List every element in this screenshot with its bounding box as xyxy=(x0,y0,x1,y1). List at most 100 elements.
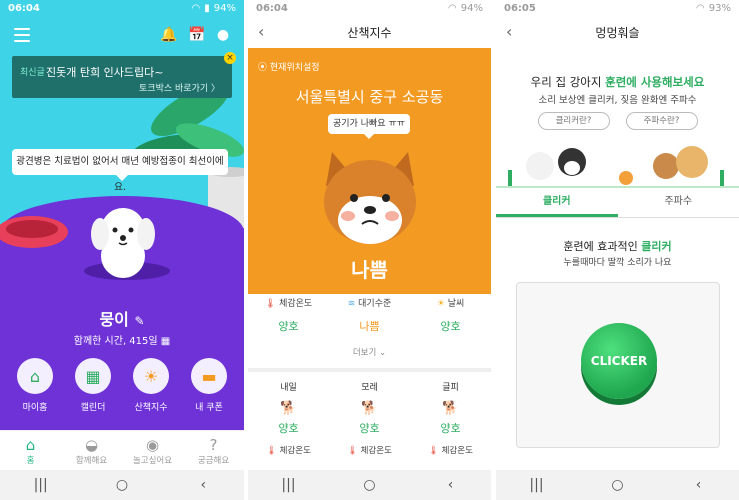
maltese-dog-illustration[interactable] xyxy=(80,196,166,282)
air-status-panel: ⦿ 현재위치설정 서울특별시 중구 소공동 공기가 나빠요 ㅠㅠ 나쁨 xyxy=(248,48,491,294)
tab-clicker[interactable]: 클리커 xyxy=(496,188,618,217)
profile-icon[interactable]: ● xyxy=(214,27,232,45)
talkbox-link[interactable]: 토크박스 바로가기 〉 xyxy=(139,81,220,94)
wifi-icon: ◠ xyxy=(448,2,457,14)
page-title: 산책지수 xyxy=(347,26,392,40)
menu-walk-index[interactable]: ☀ 산책지수 xyxy=(126,358,176,413)
training-accent: 클리커 xyxy=(641,240,672,253)
tab-questions[interactable]: ? 궁금해요 xyxy=(186,436,241,466)
page-header: ‹ 멍멍훠슬 xyxy=(496,16,739,48)
air-bubble: 공기가 나빠요 ㅠㅠ xyxy=(328,114,410,139)
forecast-sub: 체감온도 xyxy=(360,446,392,456)
menu-label: 마이홈 xyxy=(22,403,48,413)
page-header: ‹ 산책지수 xyxy=(248,16,491,48)
recents-icon[interactable]: ||| xyxy=(269,477,309,493)
whistle-screen: 06:05 ◠ 93% ‹ 멍멍훠슬 우리 집 강아지 훈련에 사용해보세요 소리… xyxy=(496,0,739,500)
coupon-icon: ▬ xyxy=(191,358,227,394)
system-navbar: ||| ○ ‹ xyxy=(0,470,244,500)
battery-percent: 93% xyxy=(708,2,731,14)
menu-icon[interactable] xyxy=(14,28,30,42)
menu-coupon[interactable]: ▬ 내 쿠폰 xyxy=(184,358,234,413)
intro-prefix: 우리 집 강아지 xyxy=(530,75,606,89)
walk-index-screen: 06:04 ◠ 94% ‹ 산책지수 ⦿ 현재위치설정 서울특별시 중구 소공동 … xyxy=(248,0,491,500)
location-name: 서울특별시 중구 소공동 xyxy=(295,88,444,106)
home-icon: ⌂ xyxy=(17,358,53,394)
quick-menu: ⌂ 마이홈 ▦ 캘린더 ☀ 산책지수 ▬ 내 쿠폰 xyxy=(0,358,244,413)
menu-label: 산책지수 xyxy=(134,403,168,413)
recents-icon[interactable]: ||| xyxy=(21,477,61,493)
close-icon[interactable]: × xyxy=(224,52,236,64)
air-status-text: 나쁨 xyxy=(351,258,388,282)
status-time: 06:04 xyxy=(256,2,288,14)
menu-label: 캘린더 xyxy=(80,403,106,413)
latest-post-banner[interactable]: 최신글 진돗개 탄희 인사드립다~ 토크박스 바로가기 〉 × xyxy=(12,52,236,98)
mode-tabs: 클리커 주파수 xyxy=(496,188,739,218)
home-button-icon[interactable]: ○ xyxy=(102,477,142,493)
frequency-info-button[interactable]: 주파수란? xyxy=(625,112,698,130)
index-value: 양호 xyxy=(278,320,299,333)
tab-play[interactable]: ◉ 놀고싶어요 xyxy=(125,436,180,466)
clicker-button[interactable]: CLICKER xyxy=(581,323,657,399)
forecast-day-label: 모레 xyxy=(361,383,378,393)
back-icon[interactable]: ‹ xyxy=(679,477,719,493)
location-setting[interactable]: ⦿ 현재위치설정 xyxy=(258,60,320,73)
index-value: 양호 xyxy=(440,320,461,333)
pet-name: 뭉이 ✎ xyxy=(0,306,244,330)
shiba-mini-icon: 🐕 xyxy=(361,401,378,416)
menu-calendar[interactable]: ▦ 캘린더 xyxy=(68,358,118,413)
forecast-day: 모레 🐕 양호 🌡 체감온도 xyxy=(335,380,405,456)
calendar-icon: ▦ xyxy=(75,358,111,394)
forecast-value: 양호 xyxy=(359,422,380,435)
recents-icon[interactable]: ||| xyxy=(517,477,557,493)
menu-myhome[interactable]: ⌂ 마이홈 xyxy=(10,358,60,413)
edit-icon[interactable]: ✎ xyxy=(134,314,144,328)
shiba-mini-icon: 🐕 xyxy=(280,401,297,416)
wifi-icon: ◠ xyxy=(191,2,201,14)
system-navbar: ||| ○ ‹ xyxy=(248,470,491,500)
index-feel-temp: 🌡 체감온도 양호 xyxy=(252,296,326,334)
training-title: 훈련에 효과적인 클리커 xyxy=(496,238,739,254)
home-button-icon[interactable]: ○ xyxy=(350,477,390,493)
tab-together[interactable]: ◒ 함께해요 xyxy=(64,436,119,466)
location-setting-label: 현재위치설정 xyxy=(269,63,320,73)
forecast-day-label: 글피 xyxy=(442,383,459,393)
calendar-icon[interactable]: ▦ xyxy=(161,336,170,347)
back-icon[interactable]: ‹ xyxy=(183,477,223,493)
home-tab-icon: ⌂ xyxy=(25,435,36,454)
tab-frequency[interactable]: 주파수 xyxy=(618,188,739,217)
back-icon[interactable]: ‹ xyxy=(431,477,471,493)
shiba-mini-icon: 🐕 xyxy=(442,401,459,416)
home-topbar: 🔔 📅 ● xyxy=(0,24,244,48)
index-label: 날씨 xyxy=(447,299,465,309)
forecast-value: 양호 xyxy=(440,422,461,435)
index-air: ≋ 대기수준 나쁨 xyxy=(333,296,407,334)
training-subtitle: 누를때마다 딸깍 소리가 나요 xyxy=(563,258,672,268)
intro-subtitle: 소리 보상엔 클리커, 짖음 완화엔 주파수 xyxy=(538,95,697,106)
home-button-icon[interactable]: ○ xyxy=(598,477,638,493)
system-navbar: ||| ○ ‹ xyxy=(496,470,739,500)
food-bowl-illustration xyxy=(0,216,68,248)
tab-home[interactable]: ⌂ 홈 xyxy=(3,436,58,466)
tab-label: 함께해요 xyxy=(75,455,108,466)
bell-icon[interactable]: 🔔 xyxy=(160,27,178,45)
tip-bubble: 광견병은 치료법이 없어서 매년 예방접종이 최선이에요. xyxy=(12,149,228,193)
forecast-day: 내일 🐕 양호 🌡 체감온도 xyxy=(254,380,324,456)
info-pills: 클리커란? 주파수란? xyxy=(496,112,739,130)
location-pin-icon: ⦿ xyxy=(258,63,268,73)
index-value: 나쁨 xyxy=(359,320,380,333)
intro-title: 우리 집 강아지 훈련에 사용해보세요 xyxy=(496,74,739,90)
tab-label: 놀고싶어요 xyxy=(132,455,173,466)
thermometer-icon: 🌡 xyxy=(428,446,439,456)
intro-accent: 훈련에 사용해보세요 xyxy=(605,75,705,89)
question-icon: ? xyxy=(209,435,218,454)
index-weather: ☀ 날씨 양호 xyxy=(414,296,488,334)
more-button[interactable]: 더보기 ⌄ xyxy=(248,346,491,358)
clicker-info-button[interactable]: 클리커란? xyxy=(537,112,610,130)
thermometer-icon: 🌡 xyxy=(347,446,358,456)
forecast-value: 양호 xyxy=(278,422,299,435)
status-bar: 06:05 ◠ 93% xyxy=(496,0,739,16)
together-time: 함께한 시간, 415일 ▦ xyxy=(0,332,244,347)
battery-percent: 94% xyxy=(213,2,236,14)
status-bar: 06:04 ◠ ▮ 94% xyxy=(0,0,244,16)
calendar-badge-icon[interactable]: 📅 xyxy=(188,27,206,45)
